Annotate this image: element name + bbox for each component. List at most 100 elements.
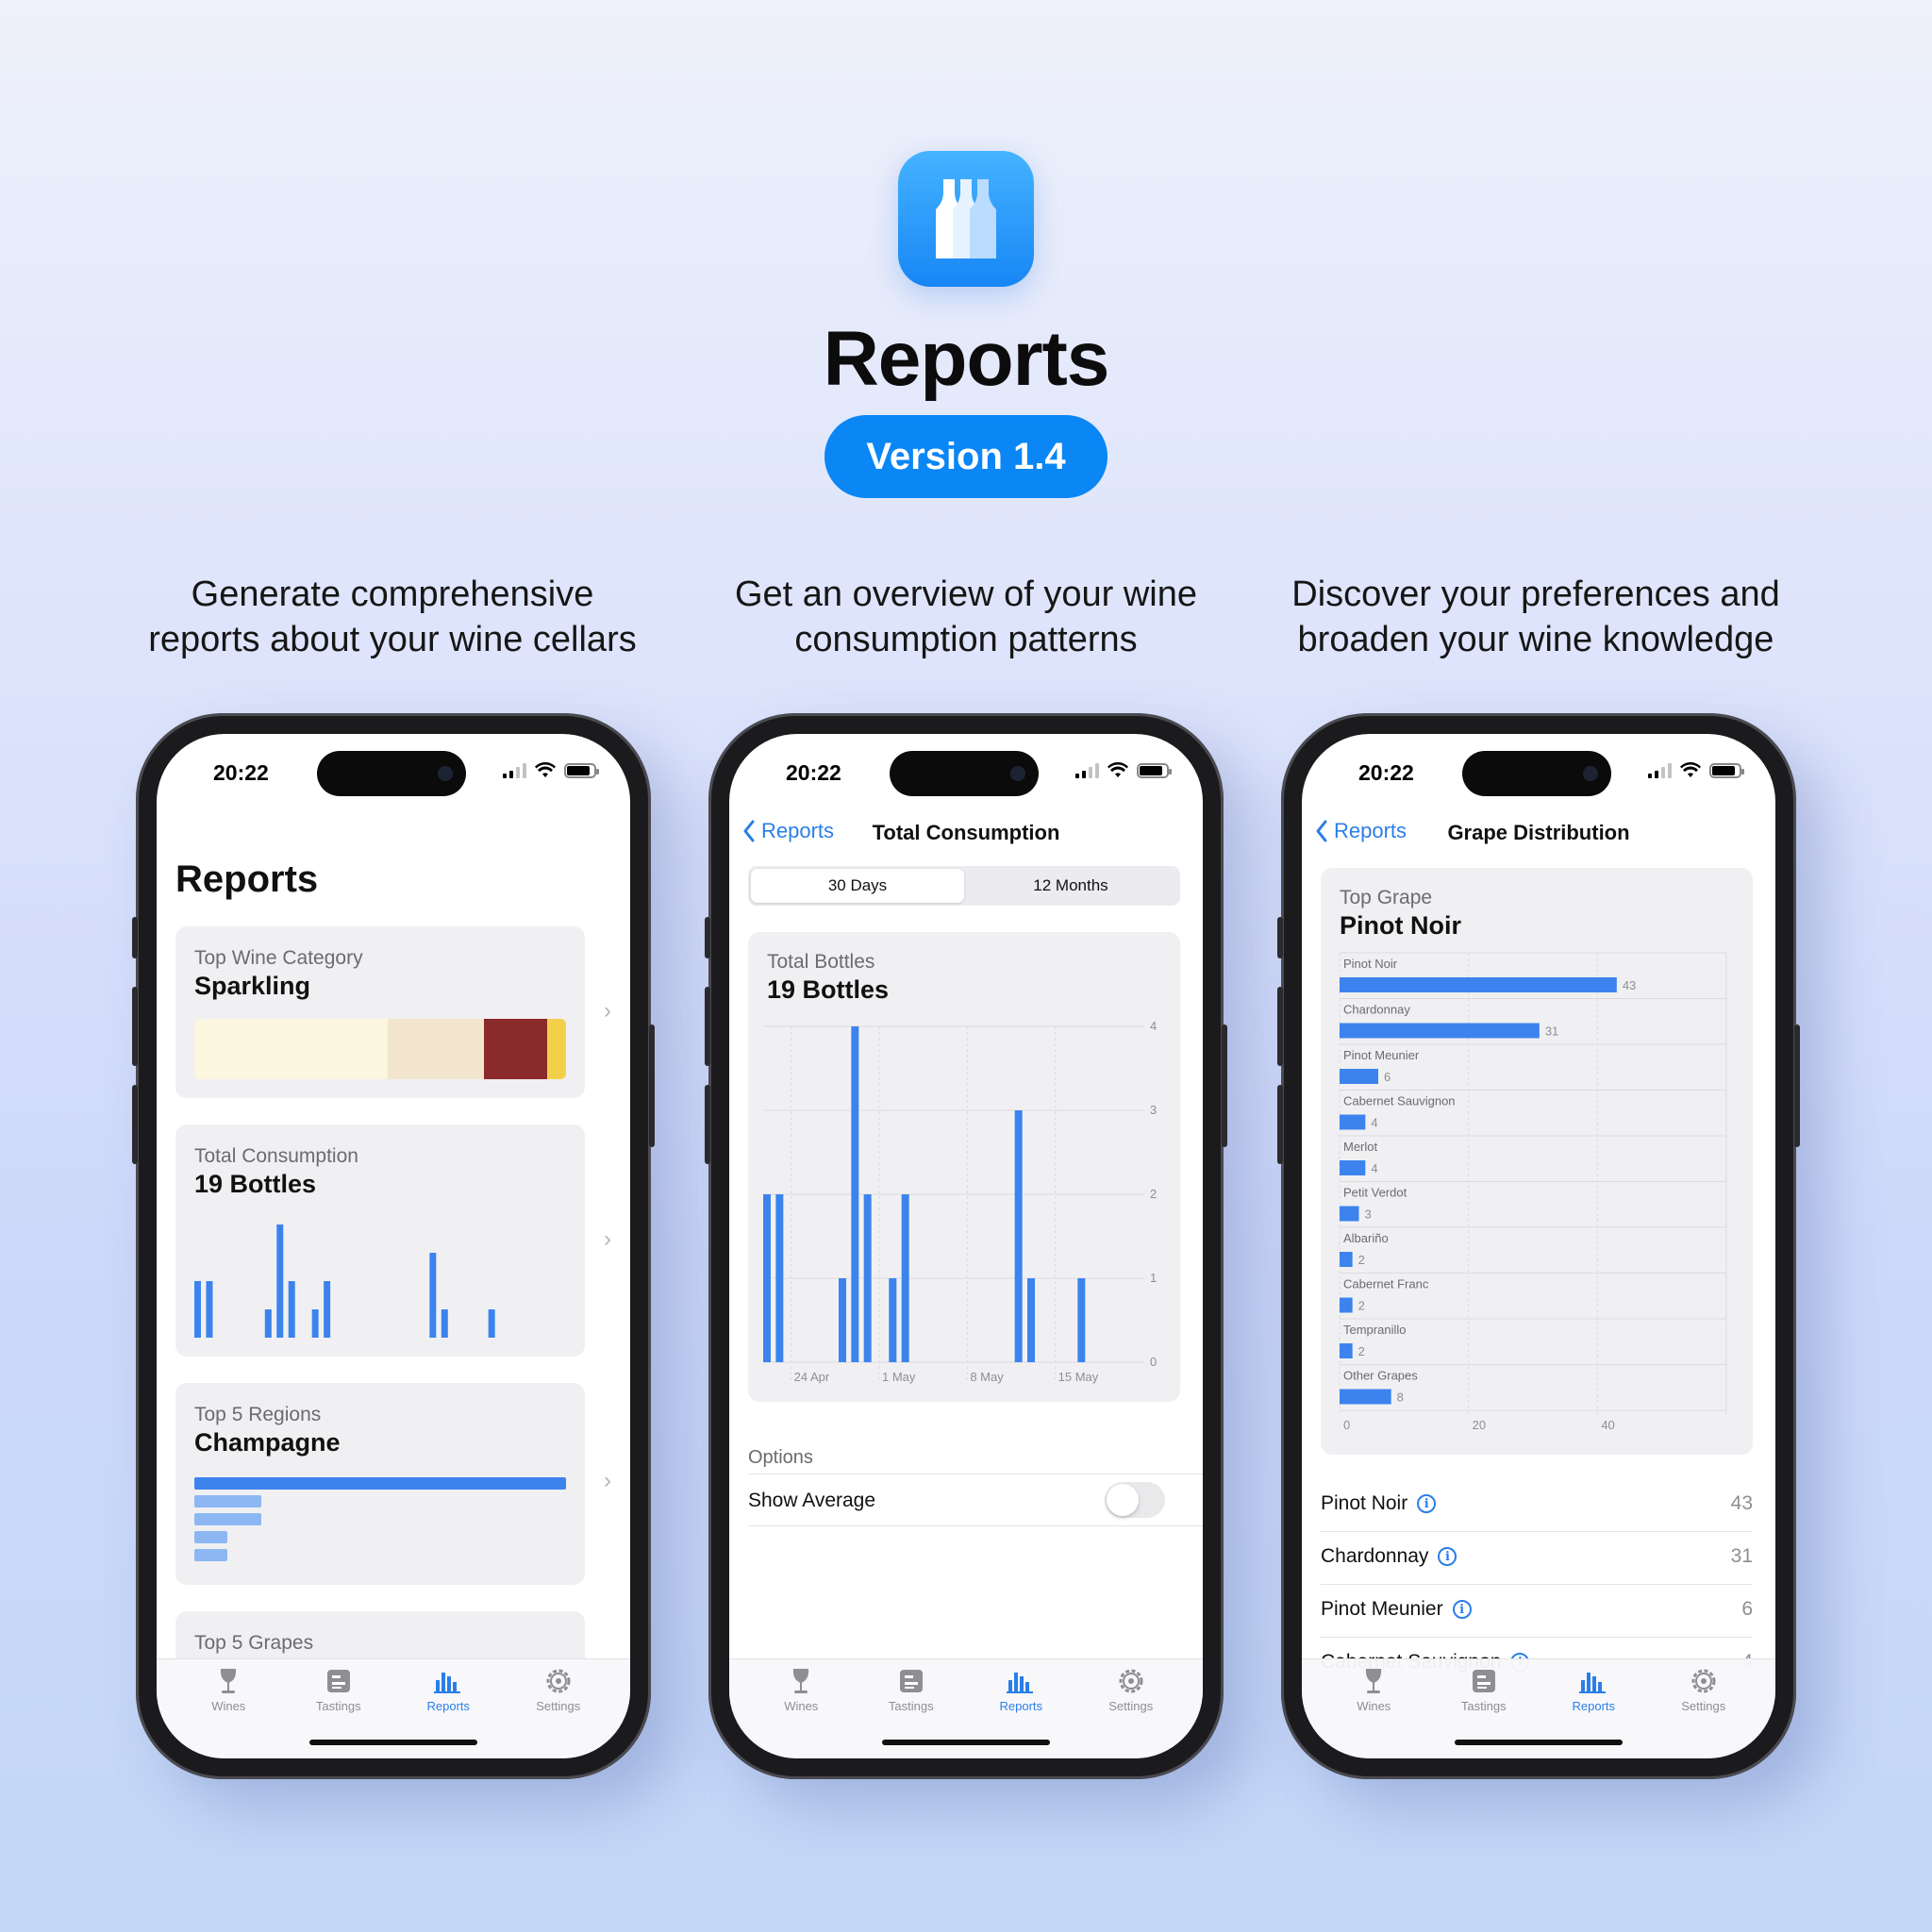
gear-icon xyxy=(1690,1667,1718,1695)
status-time: 20:22 xyxy=(1358,760,1414,785)
category-label: Chardonnay xyxy=(1343,1003,1410,1017)
consumption-chart: 0 1 2 3 4 24 Apr 1 May 8 May 15 May xyxy=(763,1019,1157,1384)
tab-label: Wines xyxy=(784,1699,819,1713)
grape-distribution-chart: 0 20 40Pinot Noir43Chardonnay31Pinot Meuni… xyxy=(1339,952,1727,1432)
consumption-bar xyxy=(763,1194,771,1362)
consumption-mini-chart xyxy=(194,1224,495,1338)
value-label: 43 xyxy=(1623,978,1636,992)
tab-label: Settings xyxy=(1108,1699,1154,1713)
category-label: Cabernet Franc xyxy=(1343,1277,1429,1291)
consumption-bar xyxy=(901,1194,909,1362)
screen: 20:22 Grape Distribution Reports Top Gra… xyxy=(1302,734,1775,1758)
consumption-bar xyxy=(889,1278,897,1362)
tastings-card-icon xyxy=(1470,1667,1498,1695)
mini-bar xyxy=(276,1224,284,1338)
grape-bar xyxy=(1340,1297,1353,1313)
show-average-row: Show Average xyxy=(748,1474,1203,1526)
grape-bar xyxy=(1340,1114,1366,1130)
grape-count: 43 xyxy=(1730,1492,1753,1514)
info-icon[interactable]: i xyxy=(1417,1494,1437,1513)
segment-30-days[interactable]: 30 Days xyxy=(751,869,964,903)
info-icon[interactable]: i xyxy=(1438,1547,1457,1566)
consumption-bar xyxy=(863,1194,872,1362)
value-label: 8 xyxy=(1397,1391,1404,1405)
tab-settings[interactable]: Settings xyxy=(1657,1667,1751,1758)
gear-icon xyxy=(544,1667,573,1695)
caption-3: Discover your preferences and broaden yo… xyxy=(1272,572,1800,662)
value-label: 2 xyxy=(1358,1344,1365,1358)
wifi-icon xyxy=(1680,762,1701,777)
grape-bar xyxy=(1340,1023,1540,1039)
value-label: 2 xyxy=(1358,1253,1365,1267)
region-bar xyxy=(194,1477,566,1490)
info-icon[interactable]: i xyxy=(1452,1600,1472,1619)
grape-name: Chardonnay xyxy=(1321,1545,1429,1567)
grape-row[interactable]: Chardonnay i 31 xyxy=(1321,1532,1753,1585)
tab-settings[interactable]: Settings xyxy=(1084,1667,1178,1758)
category-label: Cabernet Sauvignon xyxy=(1343,1094,1456,1108)
caption-line: broaden your wine knowledge xyxy=(1297,620,1774,659)
consumption-bar xyxy=(839,1278,846,1362)
phone-total-consumption: 20:22 Total Consumption Reports 30 Days … xyxy=(705,713,1227,1779)
phone-reports: 20:22 Reports Top Wine Category Sparklin… xyxy=(132,713,655,1779)
screen: 20:22 Total Consumption Reports 30 Days … xyxy=(729,734,1203,1758)
tab-label: Wines xyxy=(1357,1699,1391,1713)
top-regions-card[interactable]: Top 5 Regions Champagne › xyxy=(175,1383,611,1585)
category-stacked-bar xyxy=(194,1019,566,1079)
caption-2: Get an overview of your wine consumption… xyxy=(702,572,1230,662)
back-button[interactable]: Reports xyxy=(742,819,834,843)
grape-row[interactable]: Pinot Meunier i 6 xyxy=(1321,1585,1753,1638)
caption-line: Generate comprehensive xyxy=(191,575,594,614)
y-tick-label: 4 xyxy=(1150,1019,1157,1033)
y-tick-label: 2 xyxy=(1150,1187,1157,1201)
value-label: 6 xyxy=(1384,1070,1391,1084)
x-tick-label: 0 xyxy=(1343,1418,1350,1432)
screen: 20:22 Reports Top Wine Category Sparklin… xyxy=(157,734,630,1758)
tab-wines[interactable]: Wines xyxy=(754,1667,848,1758)
y-tick-label: 1 xyxy=(1150,1271,1157,1285)
total-consumption-card[interactable]: Total Consumption 19 Bottles › xyxy=(175,1124,611,1357)
tab-wines[interactable]: Wines xyxy=(181,1667,275,1758)
card-label: Total Bottles xyxy=(767,951,875,973)
grape-bar xyxy=(1340,1252,1353,1267)
version-badge: Version 1.4 xyxy=(824,415,1108,498)
bar-chart-icon xyxy=(434,1667,462,1695)
y-tick-label: 0 xyxy=(1150,1355,1157,1369)
category-label: Merlot xyxy=(1343,1140,1378,1154)
region-bar xyxy=(194,1513,261,1525)
value-label: 4 xyxy=(1371,1116,1377,1130)
segment-12-months[interactable]: 12 Months xyxy=(964,869,1177,903)
page-title: Reports xyxy=(175,858,319,900)
tab-wines[interactable]: Wines xyxy=(1326,1667,1421,1758)
battery-icon xyxy=(1709,763,1744,778)
home-indicator xyxy=(882,1740,1050,1745)
tab-settings[interactable]: Settings xyxy=(511,1667,606,1758)
wine-glass-icon xyxy=(214,1667,242,1695)
card-label: Top Wine Category xyxy=(194,947,363,969)
chevron-left-icon xyxy=(1316,820,1327,842)
top-wine-category-card[interactable]: Top Wine Category Sparkling › xyxy=(175,926,611,1098)
category-label: Other Grapes xyxy=(1343,1369,1418,1383)
wine-glass-icon xyxy=(1359,1667,1388,1695)
value-label: 4 xyxy=(1371,1161,1377,1175)
signal-icon xyxy=(1648,763,1672,778)
category-segment xyxy=(387,1019,485,1079)
wine-bottles-icon xyxy=(936,179,996,258)
tab-label: Reports xyxy=(999,1699,1043,1713)
gear-icon xyxy=(1117,1667,1145,1695)
consumption-bar xyxy=(775,1194,784,1362)
grape-count: 6 xyxy=(1741,1598,1753,1620)
bar-chart-icon xyxy=(1579,1667,1607,1695)
grape-bar xyxy=(1340,1160,1366,1175)
show-average-toggle[interactable] xyxy=(1105,1482,1165,1518)
grape-bar xyxy=(1340,1069,1378,1084)
x-tick-label: 40 xyxy=(1601,1418,1614,1432)
x-tick-label: 20 xyxy=(1473,1418,1486,1432)
app-icon xyxy=(898,151,1034,287)
category-label: Pinot Noir xyxy=(1343,957,1398,971)
status-icons xyxy=(503,762,599,779)
tab-label: Reports xyxy=(426,1699,471,1713)
card-label: Top 5 Grapes xyxy=(194,1632,314,1654)
grape-row[interactable]: Pinot Noir i 43 xyxy=(1321,1479,1753,1532)
back-button[interactable]: Reports xyxy=(1315,819,1407,843)
